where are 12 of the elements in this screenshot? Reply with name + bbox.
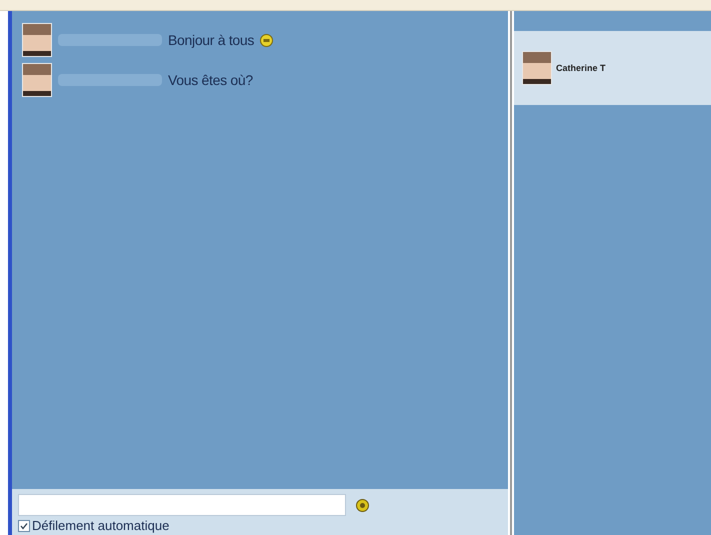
smiley-icon[interactable] <box>356 498 369 512</box>
checkbox-label: Défilement automatique <box>32 518 170 533</box>
message-text: Bonjour à tous <box>168 32 254 48</box>
smiley-icon <box>260 34 274 46</box>
user-card[interactable]: Catherine T <box>514 31 711 105</box>
checkbox[interactable] <box>18 520 30 532</box>
avatar-photo-placeholder <box>22 23 52 57</box>
message-input-field[interactable] <box>18 494 346 516</box>
user-name: Catherine T <box>556 63 606 73</box>
avatar-photo-placeholder <box>22 63 52 97</box>
avatar-photo-placeholder <box>522 51 552 85</box>
message-text: Vous êtes où? <box>168 72 253 88</box>
